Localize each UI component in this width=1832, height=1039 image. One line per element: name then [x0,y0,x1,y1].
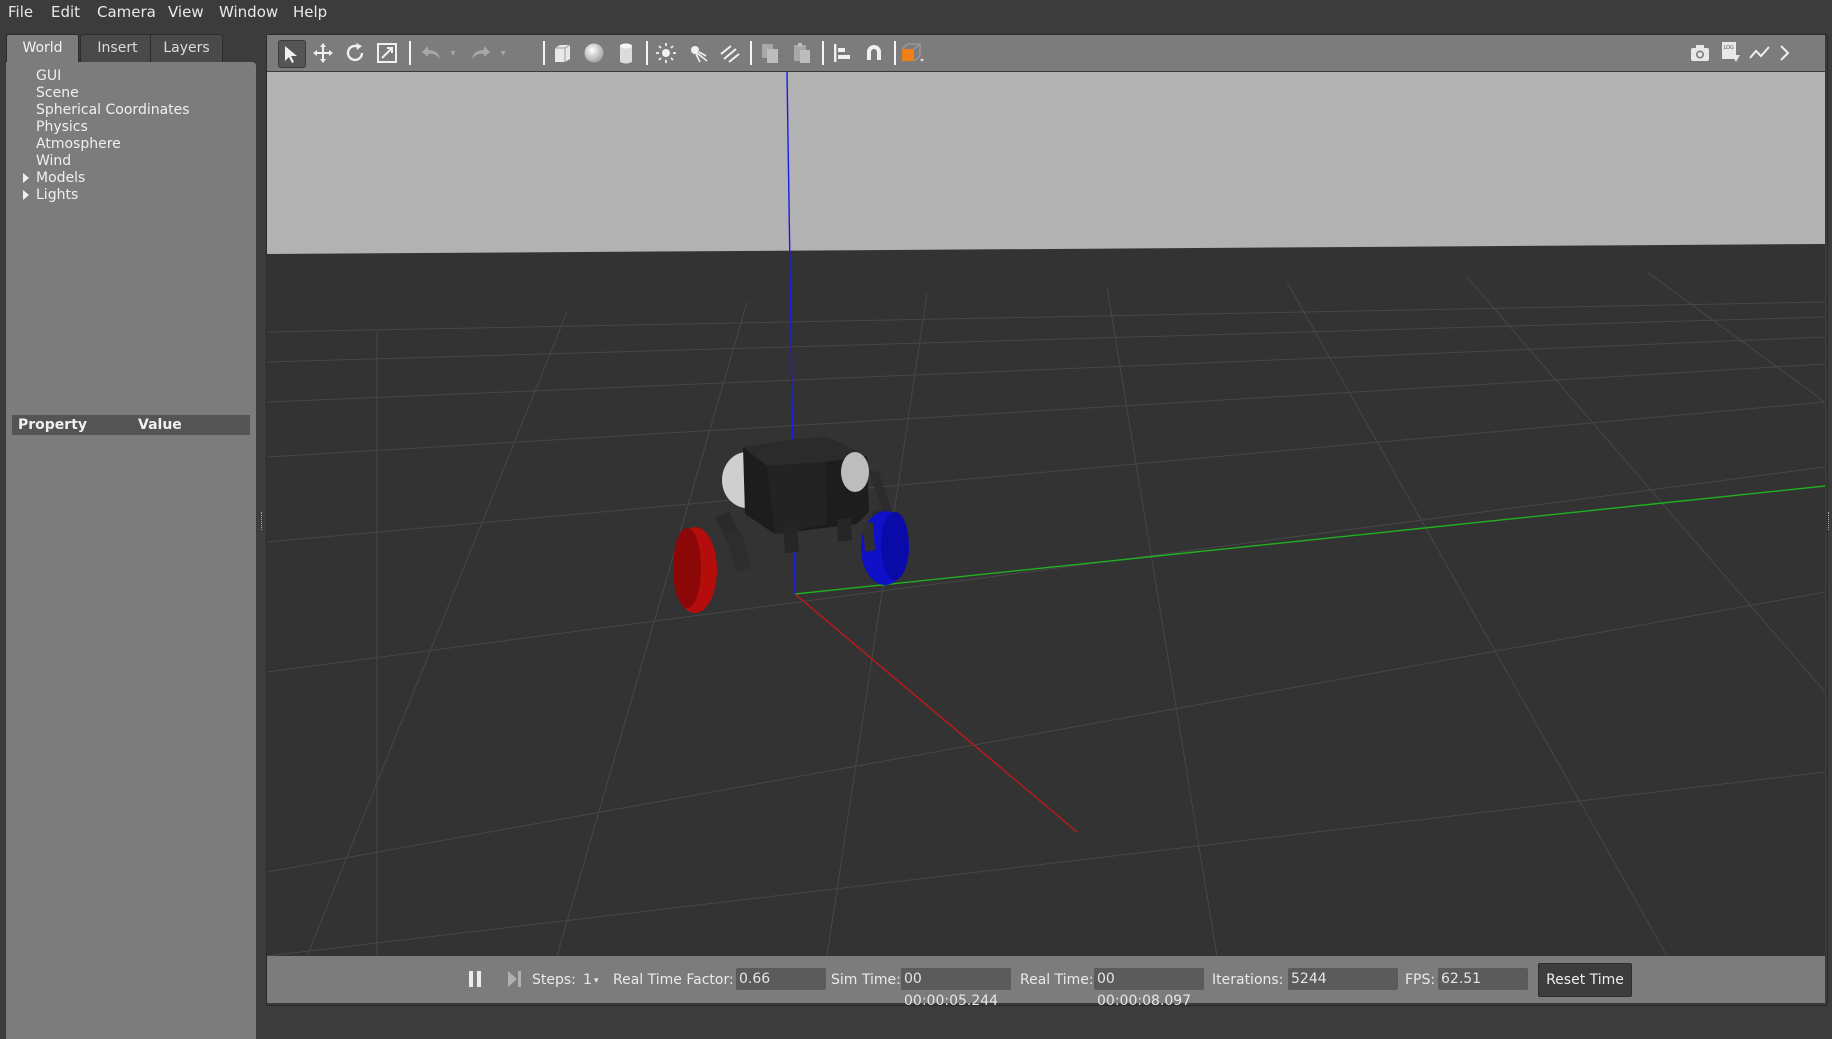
steps-dropdown-icon[interactable]: ▾ [594,976,599,986]
scene-viewport[interactable] [267,72,1825,956]
undo-icon[interactable] [418,40,444,66]
view-angle-icon[interactable] [899,40,925,66]
real-time-factor-field: 0.66 [736,968,826,990]
copy-icon[interactable] [757,40,783,66]
menu-edit[interactable]: Edit [51,3,80,21]
toolbar-separator [646,41,648,65]
snap-magnet-icon[interactable] [861,40,887,66]
menu-bar: File Edit Camera View Window Help [0,0,1832,24]
sphere-icon[interactable] [581,40,607,66]
expand-arrow-icon[interactable] [23,173,29,183]
scale-icon[interactable] [374,40,400,66]
svg-text:LOG: LOG [1724,45,1735,51]
log-icon[interactable]: LOG [1717,40,1743,66]
steps-value[interactable]: 1 [583,972,592,988]
menu-camera[interactable]: Camera [97,3,156,21]
property-column-header: Property [18,417,88,433]
box-icon[interactable] [549,40,575,66]
iterations-field: 5244 [1288,968,1398,990]
paste-icon[interactable] [789,40,815,66]
robot-front-leg-left [783,526,799,553]
menu-help[interactable]: Help [293,3,327,21]
left-splitter-grip[interactable] [261,512,264,530]
real-time-field: 00 00:00:08.097 [1094,968,1204,1009]
plot-icon[interactable] [1747,40,1773,66]
property-panel: Property Value [6,408,256,1039]
robot-left-wheel-face [673,528,701,608]
tree-item-wind[interactable]: Wind [36,153,71,169]
toolbar-separator [822,41,824,65]
toolbar-separator [750,41,752,65]
property-header: Property Value [12,415,250,435]
undo-dropdown-icon[interactable]: ▾ [446,40,460,66]
tree-item-gui[interactable]: GUI [36,68,61,84]
steps-label: Steps: [532,972,576,988]
more-icon[interactable] [1775,40,1795,66]
value-column-header: Value [138,417,182,433]
menu-file[interactable]: File [8,3,33,21]
expand-arrow-icon[interactable] [23,190,29,200]
screenshot-camera-icon[interactable] [1687,40,1713,66]
menu-view[interactable]: View [168,3,204,21]
toolbar-separator [409,41,411,65]
fps-label: FPS: [1405,972,1436,988]
status-bar: Steps: 1 ▾ Real Time Factor: 0.66 Sim Ti… [267,956,1825,1009]
tree-item-models[interactable]: Models [36,170,85,186]
robot-front-leg-right [837,518,852,542]
robot-body-front [767,462,827,534]
tab-insert[interactable]: Insert [80,34,155,62]
toolbar-separator [894,41,896,65]
redo-icon[interactable] [468,40,494,66]
menu-window[interactable]: Window [219,3,278,21]
cylinder-icon[interactable] [613,40,639,66]
panel-tabs: World Insert Layers [6,34,256,62]
tree-item-physics[interactable]: Physics [36,119,88,135]
sim-time-label: Sim Time: [831,972,901,988]
select-arrow-icon[interactable] [278,40,306,68]
robot-right-wheel-face [881,512,909,580]
robot-right-bracket-front [863,522,875,552]
ground-plane [267,244,1825,956]
spot-light-icon[interactable] [685,40,711,66]
sky-background [267,72,1825,262]
fps-field: 62.51 [1438,968,1528,990]
left-panel: World Insert Layers GUI Scene Spherical … [6,34,256,1039]
rotate-icon[interactable] [342,40,368,66]
directional-light-icon[interactable] [717,40,743,66]
iterations-label: Iterations: [1212,972,1284,988]
align-icon[interactable] [829,40,855,66]
step-forward-icon[interactable] [507,970,523,988]
tab-world[interactable]: World [6,34,79,62]
tree-item-lights[interactable]: Lights [36,187,78,203]
redo-dropdown-icon[interactable]: ▾ [496,40,510,66]
reset-time-button[interactable]: Reset Time [1538,963,1632,997]
tree-item-atmosphere[interactable]: Atmosphere [36,136,121,152]
toolbar: ▾ ▾ LOG [267,35,1825,71]
robot-right-white-roller [841,452,869,492]
point-light-icon[interactable] [653,40,679,66]
right-splitter-grip[interactable] [1828,512,1831,530]
translate-icon[interactable] [310,40,336,66]
real-time-factor-label: Real Time Factor: [613,972,734,988]
pause-icon[interactable] [467,970,483,988]
tree-item-scene[interactable]: Scene [36,85,79,101]
world-tree: GUI Scene Spherical Coordinates Physics … [6,62,256,408]
tree-item-spherical-coordinates[interactable]: Spherical Coordinates [36,102,190,118]
toolbar-separator [543,41,545,65]
tab-layers[interactable]: Layers [150,34,223,62]
real-time-label: Real Time: [1020,972,1094,988]
sim-time-field: 00 00:00:05.244 [901,968,1011,1009]
